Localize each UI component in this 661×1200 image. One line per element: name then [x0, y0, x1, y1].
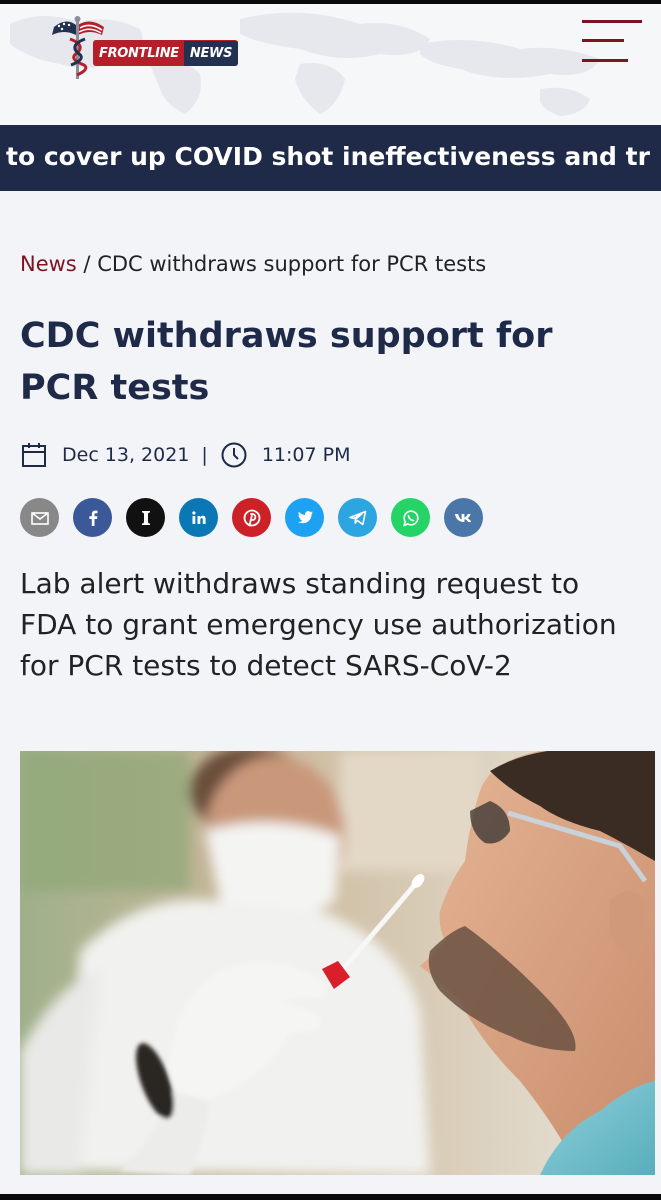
share-telegram-button[interactable] [338, 498, 377, 537]
clock-icon [220, 441, 248, 469]
share-pinterest-button[interactable] [232, 498, 271, 537]
share-facebook-button[interactable] [73, 498, 112, 537]
twitter-icon [297, 510, 313, 523]
publish-time: 11:07 PM [261, 444, 351, 466]
share-whatsapp-button[interactable] [391, 498, 430, 537]
publish-date: Dec 13, 2021 [62, 444, 190, 466]
breadcrumb-news-link[interactable]: News [20, 252, 77, 276]
logo-wordmark: FRONTLINE NEWS [93, 40, 239, 66]
share-buttons [20, 498, 483, 537]
share-email-button[interactable] [20, 498, 59, 537]
telegram-icon [348, 510, 366, 525]
instapaper-icon [141, 510, 150, 525]
breadcrumb-current: CDC withdraws support for PCR tests [97, 252, 487, 276]
page: FRONTLINE NEWS to cover up COVID shot in… [0, 0, 661, 1200]
news-ticker[interactable]: to cover up COVID shot ineffectiveness a… [0, 125, 661, 191]
facebook-icon [88, 510, 97, 526]
calendar-icon [20, 441, 48, 469]
screen-bottom-edge [0, 1194, 661, 1200]
article-hero-image [20, 751, 655, 1175]
pinterest-icon [243, 509, 260, 526]
linkedin-icon [191, 510, 206, 524]
ticker-headline[interactable]: to cover up COVID shot ineffectiveness a… [6, 142, 650, 171]
pcr-swab-test-photo [20, 751, 655, 1175]
site-header: FRONTLINE NEWS [0, 4, 661, 125]
whatsapp-icon [402, 509, 419, 526]
email-icon [30, 511, 49, 525]
article-subheadline: Lab alert withdraws standing request to … [20, 567, 617, 682]
logo-word-frontline: FRONTLINE [99, 45, 179, 61]
site-logo[interactable]: FRONTLINE NEWS [46, 13, 246, 83]
logo-word-news: NEWS [183, 40, 239, 66]
article-title: CDC withdraws support for PCR tests [20, 316, 553, 408]
share-vk-button[interactable] [444, 498, 483, 537]
breadcrumb: News / CDC withdraws support for PCR tes… [20, 252, 486, 276]
share-instapaper-button[interactable] [126, 498, 165, 537]
share-linkedin-button[interactable] [179, 498, 218, 537]
hamburger-menu-icon [582, 20, 642, 62]
share-twitter-button[interactable] [285, 498, 324, 537]
hamburger-menu-button[interactable] [576, 18, 646, 68]
meta-divider: | [201, 444, 208, 466]
breadcrumb-separator: / [76, 252, 98, 276]
article-meta: Dec 13, 2021 | 11:07 PM [20, 440, 350, 470]
vk-icon [454, 513, 471, 522]
